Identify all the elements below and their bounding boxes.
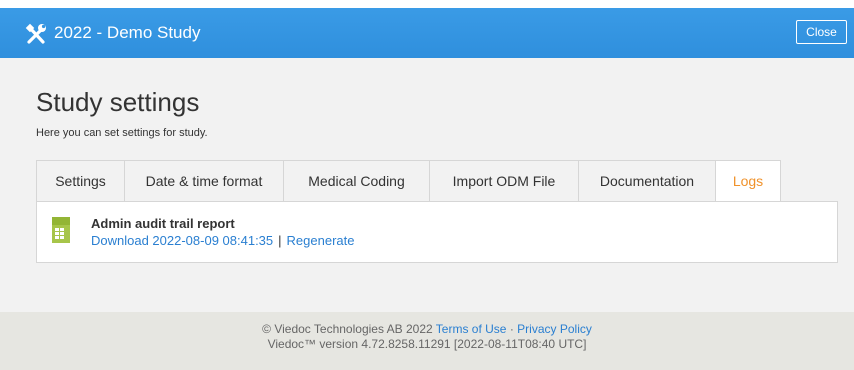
tab-medical-coding[interactable]: Medical Coding [283,160,429,202]
footer: © Viedoc Technologies AB 2022 Terms of U… [0,312,854,370]
download-report-link[interactable]: Download 2022-08-09 08:41:35 [91,233,273,248]
page-description: Here you can set settings for study. [36,127,208,139]
logs-panel: Admin audit trail report Download 2022-0… [36,201,838,263]
link-separator: | [278,233,282,248]
excel-file-icon [52,217,70,243]
footer-line-1: © Viedoc Technologies AB 2022 Terms of U… [0,322,854,337]
terms-of-use-link[interactable]: Terms of Use [436,322,507,336]
report-links: Download 2022-08-09 08:41:35 | Regenerate [91,233,354,249]
settings-tabs: Settings Date & time format Medical Codi… [36,160,781,202]
tab-documentation[interactable]: Documentation [578,160,715,202]
report-title: Admin audit trail report [91,216,235,231]
tools-icon [25,23,46,44]
regenerate-report-link[interactable]: Regenerate [287,233,355,248]
copyright-text: © Viedoc Technologies AB 2022 [262,322,433,336]
study-title: 2022 - Demo Study [54,23,201,42]
title-bar: 2022 - Demo Study [0,8,854,58]
settings-content: Study settings Here you can set settings… [0,58,854,312]
tab-logs[interactable]: Logs [715,160,781,202]
tab-date-time-format[interactable]: Date & time format [124,160,283,202]
close-button[interactable]: Close [796,20,847,44]
privacy-policy-link[interactable]: Privacy Policy [517,322,592,336]
version-text: Viedoc™ version 4.72.8258.11291 [2022-08… [267,337,587,351]
footer-dot: · [509,322,514,336]
tab-settings[interactable]: Settings [36,160,124,202]
page-title: Study settings [36,87,200,117]
tab-import-odm-file[interactable]: Import ODM File [429,160,578,202]
